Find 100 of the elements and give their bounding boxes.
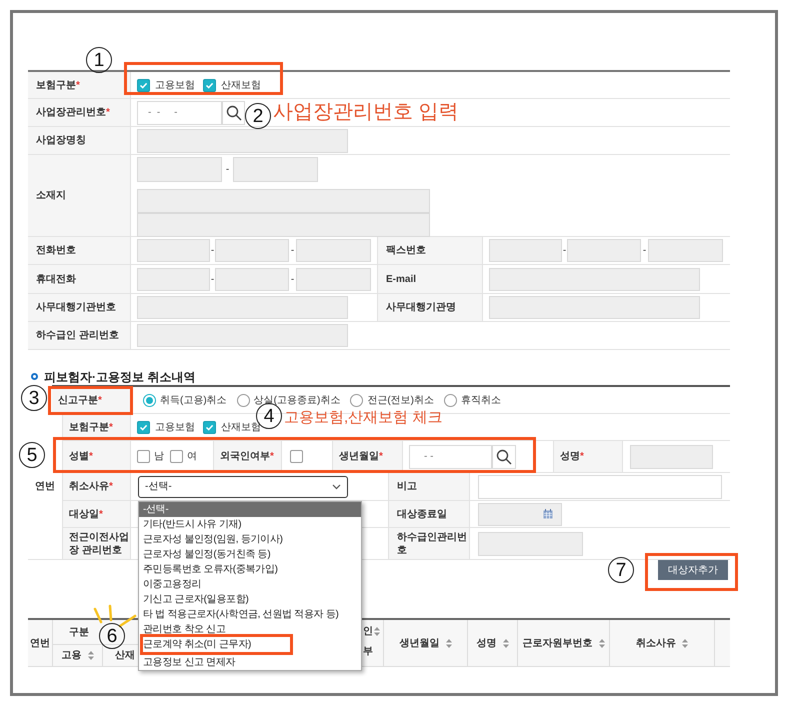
sort-icon[interactable] — [598, 638, 604, 648]
field-label: 사무대행기관번호 — [36, 301, 116, 314]
search-button[interactable] — [222, 100, 245, 124]
dash-separator: - — [224, 163, 230, 177]
checkbox[interactable] — [290, 450, 303, 463]
dropdown-option[interactable]: 주민등록번호 오류자(중복가입) — [139, 562, 361, 577]
radio-button[interactable] — [236, 394, 250, 406]
field-label: 생년월일* — [339, 450, 383, 463]
field-label: 대상종료일 — [397, 508, 447, 520]
text-field[interactable] — [478, 532, 583, 556]
column-header[interactable]: 인 — [363, 624, 380, 638]
field-label: 사업장관리번호* — [36, 106, 110, 119]
text-field[interactable] — [137, 128, 348, 152]
text-field[interactable] — [215, 239, 289, 262]
field-label: 사무대행기관명 — [386, 301, 456, 314]
checkbox[interactable] — [170, 450, 183, 463]
text-field[interactable] — [648, 239, 723, 262]
sort-icon[interactable] — [374, 626, 380, 636]
checkbox[interactable] — [203, 420, 216, 434]
dropdown-option[interactable]: -선택- — [139, 502, 361, 517]
callout-number: 5 — [19, 442, 45, 468]
callout-number: 3 — [21, 385, 47, 411]
sort-icon[interactable] — [446, 638, 452, 648]
field-label: 보험구분* — [69, 420, 113, 434]
column-header[interactable]: 취소사유 — [636, 636, 688, 650]
check-icon — [139, 80, 148, 90]
checkbox[interactable] — [137, 78, 150, 92]
sort-icon[interactable] — [502, 638, 508, 648]
radio-button[interactable] — [444, 394, 458, 406]
field-label: 소재지 — [36, 189, 66, 202]
sort-icon[interactable] — [682, 638, 688, 648]
dropdown-option[interactable]: 기타(반드시 사유 기재) — [139, 517, 361, 532]
callout-number: 7 — [608, 557, 634, 583]
field-label: 보험구분* — [36, 78, 80, 92]
dropdown-option[interactable]: 관리번호 착오 신고 — [139, 622, 361, 637]
dropdown-option[interactable]: 기신고 근로자(일용포함) — [139, 592, 361, 607]
option-label: 남 — [154, 450, 164, 464]
calendar-icon[interactable] — [543, 509, 553, 519]
date-field[interactable] — [478, 502, 562, 526]
search-icon — [226, 104, 242, 120]
field-label: 신고구분* — [58, 394, 102, 406]
dropdown-option[interactable]: 고용정보 신고 면제자 — [139, 655, 361, 670]
option-label: 취득(고용)취소 — [160, 394, 227, 408]
sort-icon[interactable] — [88, 651, 94, 660]
text-field[interactable] — [215, 268, 289, 290]
text-field[interactable] — [137, 296, 348, 319]
search-button[interactable] — [492, 444, 516, 468]
field-label: 전화번호 — [36, 244, 76, 257]
text-field[interactable] — [137, 268, 210, 290]
text-field[interactable] — [630, 444, 713, 468]
column-header: 부 — [363, 646, 373, 656]
text-field[interactable] — [137, 157, 222, 182]
text-field[interactable] — [137, 189, 430, 213]
option-label: 전근(전보)취소 — [367, 394, 434, 408]
column-header[interactable]: 생년월일 — [400, 636, 452, 650]
dash-separator: - — [562, 244, 567, 258]
dropdown-option[interactable]: 이중고용정리 — [139, 577, 361, 592]
section-title: 피보험자·고용정보 취소내역 — [44, 368, 196, 386]
field-label: 사업장명칭 — [36, 134, 86, 147]
radio-button[interactable] — [143, 394, 156, 406]
field-label: 취소사유* — [69, 480, 113, 493]
field-label: 하수급인관리번호 — [397, 530, 468, 556]
chevron-icon — [332, 484, 341, 490]
dropdown-option[interactable]: 근로자성 불인정(동거친족 등) — [139, 547, 361, 562]
search-icon — [496, 448, 512, 464]
check-icon — [205, 80, 214, 90]
birth-date-field[interactable]: - - — [409, 444, 492, 468]
checkbox[interactable] — [137, 450, 150, 463]
text-field[interactable] — [478, 474, 722, 498]
text-field[interactable] — [489, 296, 700, 319]
dropdown-option[interactable]: 근로자성 불인정(임원, 등기이사) — [139, 532, 361, 547]
dash-separator: - — [210, 272, 215, 286]
add-target-button[interactable]: 대상자추가 — [658, 560, 728, 580]
text-field[interactable] — [567, 239, 641, 262]
checkbox[interactable] — [137, 420, 150, 434]
text-field[interactable] — [233, 157, 318, 182]
select-field[interactable]: -선택- — [138, 476, 348, 498]
dash-separator: - — [210, 244, 215, 258]
dash-separator: - — [290, 272, 296, 286]
text-field[interactable] — [296, 268, 371, 290]
radio-button[interactable] — [350, 394, 364, 406]
dropdown-option[interactable]: 근로계약 취소(미 근무자) — [139, 637, 361, 652]
checkbox[interactable] — [203, 78, 216, 92]
option-label: 고용보험 — [155, 78, 195, 92]
dropdown-option[interactable]: 타 법 적용근로자(사학연금, 선원법 적용자 등) — [139, 607, 361, 622]
text-field[interactable] — [489, 239, 562, 262]
field-label: 성별* — [69, 450, 93, 463]
text-field[interactable] — [137, 324, 348, 347]
text-field[interactable] — [137, 213, 430, 237]
callout-number: 6 — [99, 623, 125, 649]
option-label: 산재보험 — [221, 78, 261, 92]
column-header[interactable]: 성명 — [476, 636, 508, 650]
text-field[interactable] — [296, 239, 371, 262]
field-label: 외국인여부* — [220, 450, 274, 463]
option-label: 여 — [187, 450, 197, 464]
option-label: 고용보험 — [155, 420, 195, 434]
text-field[interactable] — [489, 268, 700, 290]
field-label: 휴대전화 — [36, 272, 76, 286]
workplace-number-field[interactable]: - - - — [137, 100, 222, 124]
text-field[interactable] — [137, 239, 210, 262]
